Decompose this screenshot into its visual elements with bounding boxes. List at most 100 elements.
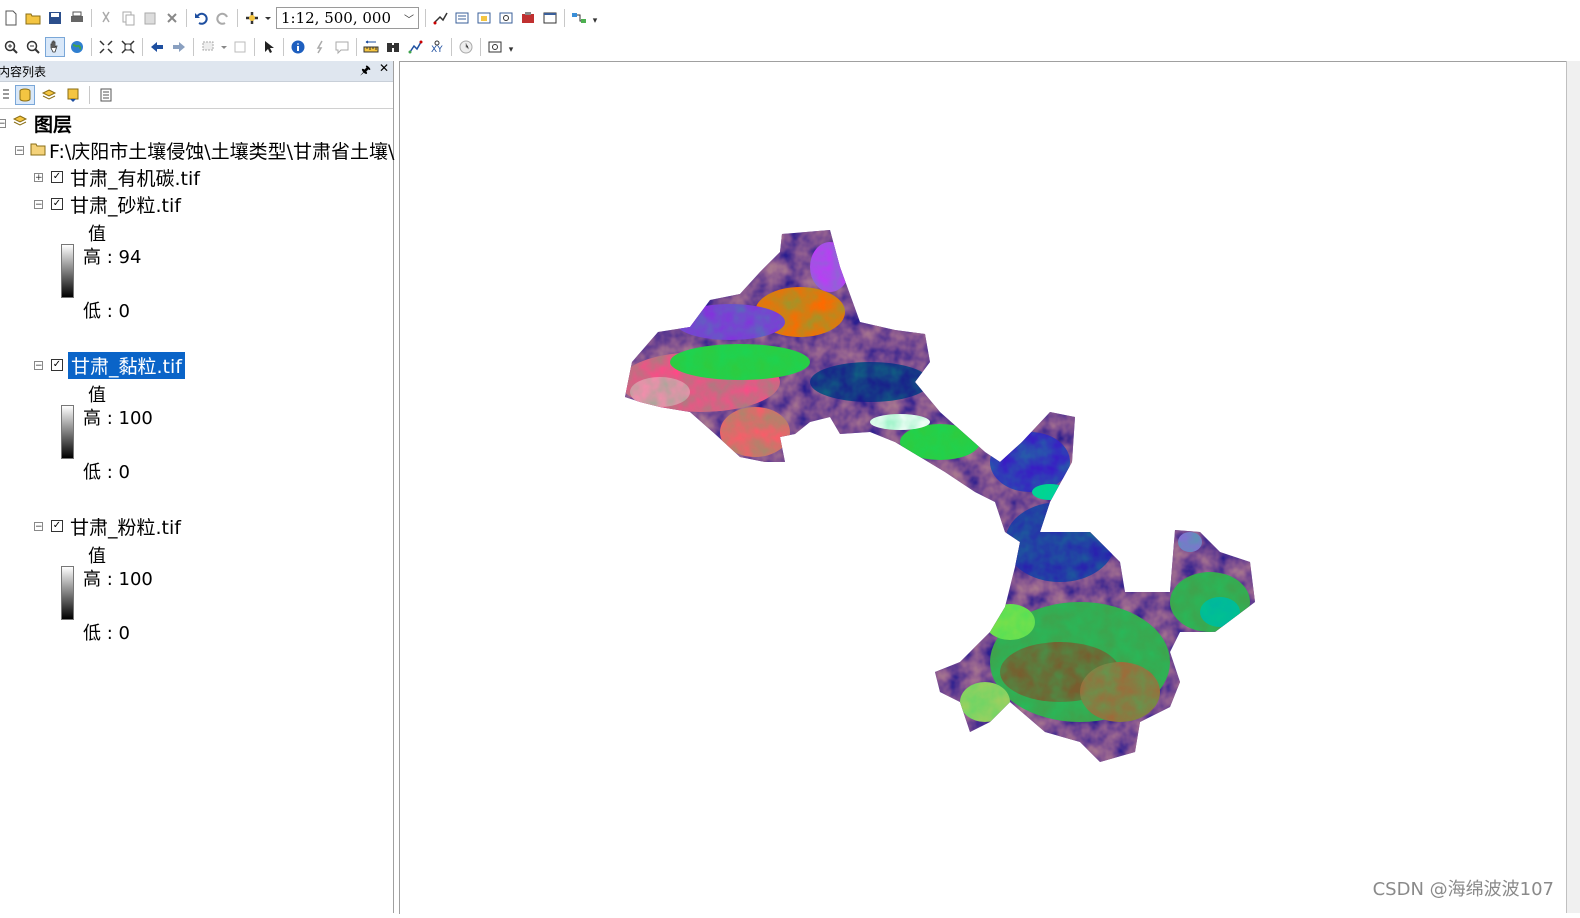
- toc-layer-item-selected[interactable]: − ✓ 甘肃_黏粒.tif: [34, 351, 185, 379]
- pan-hand-icon[interactable]: [45, 37, 65, 57]
- chevron-down-icon[interactable]: [220, 37, 228, 57]
- go-to-xy-icon[interactable]: XY: [427, 37, 447, 57]
- copy-icon[interactable]: [118, 8, 138, 28]
- map-scale-dropdown[interactable]: 1:12, 500, 000 ﹀: [276, 7, 419, 29]
- svg-text:XY: XY: [431, 45, 443, 55]
- toolbar-separator: [237, 9, 238, 27]
- layer-visibility-checkbox[interactable]: ✓: [51, 520, 63, 532]
- list-by-selection-icon[interactable]: [63, 85, 83, 105]
- legend-grayscale-ramp: [61, 405, 74, 459]
- toc-layer-item[interactable]: + ✓ 甘肃_有机碳.tif: [34, 165, 200, 190]
- legend-high-value: 高 : 100: [83, 569, 153, 590]
- legend-high-value: 高 : 100: [83, 408, 153, 429]
- pin-icon[interactable]: 🖈: [360, 61, 371, 82]
- find-route-icon[interactable]: [405, 37, 425, 57]
- layer-visibility-checkbox[interactable]: ✓: [51, 359, 63, 371]
- collapse-toggle-icon[interactable]: −: [34, 199, 43, 209]
- legend-low-value: 低 : 0: [83, 462, 130, 483]
- hyperlink-icon[interactable]: [310, 37, 330, 57]
- list-by-drawing-order-icon[interactable]: [1, 85, 11, 105]
- collapse-toggle-icon[interactable]: −: [34, 521, 43, 531]
- legend-grayscale-ramp: [61, 244, 74, 298]
- toolbar-options-icon[interactable]: ▾: [508, 39, 514, 55]
- gansu-raster-map: [625, 230, 1255, 762]
- add-data-icon[interactable]: [242, 8, 262, 28]
- close-icon[interactable]: ✕: [379, 61, 389, 82]
- zoom-out-icon[interactable]: [23, 37, 43, 57]
- layer-name: 甘肃_黏粒.tif: [68, 351, 185, 379]
- collapse-toggle-icon[interactable]: −: [34, 360, 43, 370]
- create-viewer-window-icon[interactable]: [485, 37, 505, 57]
- forward-arrow-icon[interactable]: [169, 37, 189, 57]
- undo-icon[interactable]: [191, 8, 211, 28]
- collapse-toggle-icon[interactable]: −: [0, 118, 6, 128]
- toc-root-label: 图层: [34, 113, 73, 136]
- arctoolbox-icon[interactable]: [518, 8, 538, 28]
- layer-name: 甘肃_有机碳.tif: [70, 167, 200, 190]
- expand-toggle-icon[interactable]: +: [34, 172, 43, 182]
- toc-title-bar: 内容列表 🖈 ✕: [0, 61, 393, 82]
- measure-icon[interactable]: [361, 37, 381, 57]
- legend-low-value: 低 : 0: [83, 623, 130, 644]
- back-arrow-icon[interactable]: [147, 37, 167, 57]
- redo-icon[interactable]: [213, 8, 233, 28]
- toolbar-options-icon[interactable]: ▾: [592, 10, 598, 26]
- select-elements-pointer-icon[interactable]: [259, 37, 279, 57]
- delete-icon[interactable]: [162, 8, 182, 28]
- map-scale-value: 1:12, 500, 000: [281, 9, 392, 27]
- select-features-icon[interactable]: [198, 37, 218, 57]
- new-document-icon[interactable]: [1, 8, 21, 28]
- layer-visibility-checkbox[interactable]: ✓: [51, 198, 63, 210]
- save-icon[interactable]: [45, 8, 65, 28]
- list-by-source-icon[interactable]: [15, 85, 35, 105]
- editor-toolbar-icon[interactable]: [430, 8, 450, 28]
- toc-toolbar: [0, 82, 393, 109]
- chevron-down-icon[interactable]: [264, 8, 272, 28]
- cut-icon[interactable]: [96, 8, 116, 28]
- toolbar-separator: [480, 38, 481, 56]
- table-of-contents-panel: 内容列表 🖈 ✕ − 图层 − F:\庆阳市土壤侵蚀\土壤类型\甘肃省土壤\ +…: [0, 61, 394, 913]
- toc-root-layers[interactable]: − 图层: [0, 111, 73, 136]
- print-icon[interactable]: [67, 8, 87, 28]
- toc-layer-item[interactable]: − ✓ 甘肃_砂粒.tif: [34, 192, 181, 217]
- map-raster-patches: [625, 230, 1255, 762]
- full-extent-globe-icon[interactable]: [67, 37, 87, 57]
- options-icon[interactable]: [96, 85, 116, 105]
- clear-selection-icon[interactable]: [230, 37, 250, 57]
- fixed-zoom-out-icon[interactable]: [118, 37, 138, 57]
- search-window-icon[interactable]: [496, 8, 516, 28]
- identify-info-icon[interactable]: [288, 37, 308, 57]
- fixed-zoom-in-icon[interactable]: [96, 37, 116, 57]
- toolbar-separator: [91, 38, 92, 56]
- toolbar-separator: [89, 86, 90, 104]
- map-vertical-scrollbar[interactable]: [1566, 61, 1580, 913]
- toc-folder-group[interactable]: − F:\庆阳市土壤侵蚀\土壤类型\甘肃省土壤\: [15, 138, 395, 163]
- layer-name: 甘肃_砂粒.tif: [70, 194, 181, 217]
- catalog-icon[interactable]: [474, 8, 494, 28]
- legend-grayscale-ramp: [61, 566, 74, 620]
- open-folder-icon[interactable]: [23, 8, 43, 28]
- chevron-down-icon: ﹀: [404, 14, 414, 26]
- python-window-icon[interactable]: [540, 8, 560, 28]
- standard-toolbar: 1:12, 500, 000 ﹀ ▾: [0, 4, 610, 32]
- model-builder-icon[interactable]: [569, 8, 589, 28]
- toolbar-separator: [564, 9, 565, 27]
- toolbar-separator: [193, 38, 194, 56]
- table-of-contents-icon[interactable]: [452, 8, 472, 28]
- layers-stack-icon: [12, 113, 28, 133]
- zoom-in-icon[interactable]: [1, 37, 21, 57]
- layer-visibility-checkbox[interactable]: ✓: [51, 171, 63, 183]
- toc-layer-item[interactable]: − ✓ 甘肃_粉粒.tif: [34, 514, 181, 539]
- toolbar-separator: [283, 38, 284, 56]
- legend-high-value: 高 : 94: [83, 247, 142, 268]
- html-popup-icon[interactable]: [332, 37, 352, 57]
- toc-folder-label: F:\庆阳市土壤侵蚀\土壤类型\甘肃省土壤\: [49, 140, 395, 163]
- toc-title: 内容列表: [0, 64, 47, 79]
- map-data-view[interactable]: [399, 61, 1566, 914]
- find-binoculars-icon[interactable]: [383, 37, 403, 57]
- collapse-toggle-icon[interactable]: −: [15, 145, 24, 155]
- toolbar-separator: [186, 9, 187, 27]
- list-by-visibility-icon[interactable]: [39, 85, 59, 105]
- paste-icon[interactable]: [140, 8, 160, 28]
- time-slider-icon[interactable]: [456, 37, 476, 57]
